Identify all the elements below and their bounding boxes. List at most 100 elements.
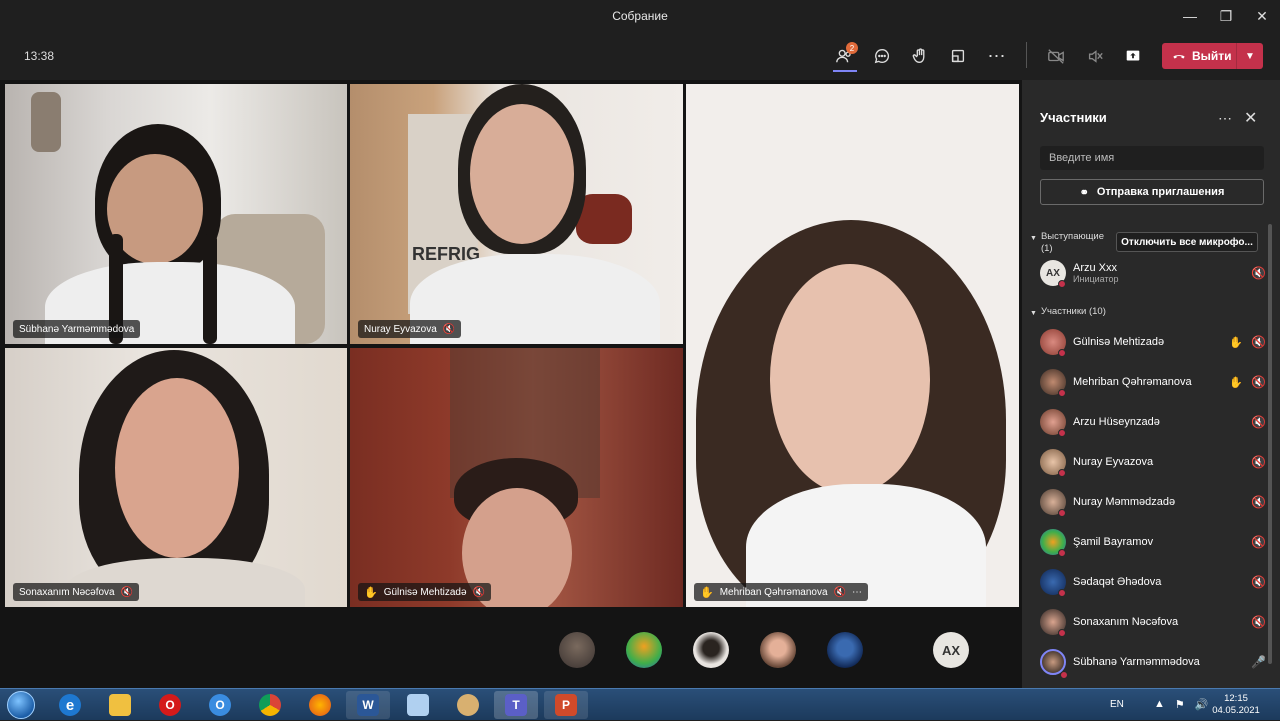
firefox-icon[interactable]	[298, 691, 342, 719]
avatar	[1040, 529, 1066, 557]
window-title: Собрание	[612, 9, 668, 23]
presenters-section-header[interactable]: ▼ Выступающие (1)	[1030, 231, 1104, 255]
mute-all-button[interactable]: Отключить все микрофо...	[1116, 232, 1258, 252]
participant-name: Şamil Bayramov	[1073, 536, 1154, 548]
video-tile[interactable]: Sübhanə Yarməmmədova	[5, 84, 347, 344]
mic-off-icon[interactable]: 🔇	[1251, 495, 1266, 509]
participant-name: Nuray Məmmədzadə	[1073, 496, 1176, 508]
close-icon[interactable]: ✕	[1244, 108, 1257, 128]
mic-off-icon[interactable]: 🔇	[1251, 266, 1266, 280]
avatar	[1040, 609, 1066, 637]
participant-name: Gülnisə Mehtizadə	[383, 586, 467, 598]
powerpoint-icon[interactable]: P	[544, 691, 588, 719]
video-tile[interactable]: REFRIG Nuray Eyvazova 🔇	[350, 84, 683, 344]
participant-avatar[interactable]	[760, 632, 796, 668]
start-button[interactable]	[3, 689, 39, 721]
leave-label: Выйти	[1192, 49, 1232, 63]
panel-scrollbar[interactable]	[1268, 224, 1272, 664]
video-tile[interactable]: ✋ Mehriban Qəhrəmanova 🔇 ⋯	[686, 84, 1019, 607]
mic-on-icon[interactable]: 🎤	[1251, 655, 1266, 669]
participant-name: Sonaxanım Nəcəfova	[1073, 616, 1179, 628]
avatar	[1040, 329, 1066, 357]
participant-row[interactable]: Nuray Eyvazova 🔇	[1040, 445, 1266, 479]
chrome-icon[interactable]	[248, 691, 292, 719]
participant-name: Arzu Hüseynzadə	[1073, 416, 1160, 428]
paint-app-icon[interactable]	[396, 691, 440, 719]
organizer-avatar[interactable]: AX	[933, 632, 969, 668]
participant-row[interactable]: Gülnisə Mehtizadə ✋ 🔇	[1040, 325, 1266, 359]
share-screen-icon[interactable]	[1119, 44, 1147, 68]
camera-off-icon[interactable]	[1042, 44, 1070, 68]
avatar	[1040, 449, 1066, 477]
chevron-down-icon: ▼	[1030, 235, 1037, 242]
volume-icon[interactable]: 🔊	[1195, 698, 1209, 711]
attendees-label: Участники (10)	[1040, 306, 1106, 317]
attendees-section-header[interactable]: ▼ Участники (10)	[1030, 306, 1106, 320]
internet-explorer-icon[interactable]: e	[48, 691, 92, 719]
participant-row[interactable]: Sübhanə Yarməmmədova 🎤	[1040, 645, 1266, 679]
word-icon[interactable]: W	[346, 691, 390, 719]
participant-name-tag: Nuray Eyvazova 🔇	[358, 320, 462, 338]
presenters-label: Выступающие	[1040, 231, 1105, 242]
participants-icon[interactable]: 2	[830, 42, 858, 68]
opera-icon[interactable]: O	[148, 691, 192, 719]
maximize-icon[interactable]: ❐	[1208, 0, 1244, 32]
active-tab-indicator	[833, 70, 857, 72]
mic-off-icon[interactable]: 🔇	[1251, 575, 1266, 589]
raise-hand-icon[interactable]	[906, 44, 934, 68]
share-invite-button[interactable]: ⚭ Отправка приглашения	[1040, 179, 1264, 205]
file-explorer-icon[interactable]	[98, 691, 142, 719]
more-options-icon[interactable]: ⋯	[852, 587, 862, 598]
participant-row[interactable]: Şamil Bayramov 🔇	[1040, 525, 1266, 559]
language-indicator[interactable]: EN	[1110, 699, 1124, 710]
participant-row[interactable]: Sonaxanım Nəcəfova 🔇	[1040, 605, 1266, 639]
mic-off-icon[interactable]: 🔇	[1251, 615, 1266, 629]
mic-off-icon[interactable]: 🔇	[1251, 535, 1266, 549]
participant-name: Sədaqət Əhədova	[1073, 576, 1162, 588]
participant-row[interactable]: Sədaqət Əhədova 🔇	[1040, 565, 1266, 599]
video-tile[interactable]: Sonaxanım Nəcəfova 🔇	[5, 348, 347, 607]
raised-hand-icon: ✋	[1229, 376, 1244, 389]
participant-avatar[interactable]	[693, 632, 729, 668]
avatar	[1040, 649, 1068, 679]
rooms-icon[interactable]	[944, 44, 972, 68]
mic-off-icon[interactable]: 🔇	[1251, 335, 1266, 349]
paint-palette-icon[interactable]	[446, 691, 490, 719]
mic-off-icon[interactable]: 🔇	[1251, 415, 1266, 429]
participant-avatar[interactable]	[559, 632, 595, 668]
chat-icon[interactable]	[868, 44, 896, 68]
raised-hand-icon: ✋	[700, 586, 714, 599]
system-clock[interactable]: 12:15 04.05.2021	[1208, 693, 1264, 717]
avatar	[1040, 369, 1066, 397]
participant-name-tag: Sonaxanım Nəcəfova 🔇	[13, 583, 140, 601]
mic-off-icon[interactable]: 🔇	[1251, 375, 1266, 389]
mic-off-icon[interactable]	[1081, 44, 1109, 68]
participant-name: Sübhanə Yarməmmədova	[1073, 656, 1200, 668]
participant-name: Nuray Eyvazova	[1073, 456, 1154, 468]
close-window-icon[interactable]: ✕	[1244, 0, 1280, 32]
chevron-down-icon[interactable]: ▼	[1236, 43, 1263, 69]
search-input[interactable]	[1040, 146, 1264, 170]
participant-name: Sübhanə Yarməmmədova	[19, 323, 135, 335]
teams-icon[interactable]: T	[494, 691, 538, 719]
participant-avatar[interactable]	[626, 632, 662, 668]
participant-row[interactable]: Nuray Məmmədzadə 🔇	[1040, 485, 1266, 519]
chevron-up-icon[interactable]: ▲	[1154, 698, 1165, 711]
zoom-like-app-icon[interactable]: O	[198, 691, 242, 719]
minimize-icon[interactable]: —	[1172, 0, 1208, 32]
mic-off-icon[interactable]: 🔇	[1251, 455, 1266, 469]
raised-hand-icon: ✋	[364, 586, 378, 599]
more-options-icon[interactable]: ⋯	[1218, 110, 1232, 127]
mic-off-icon: 🔇	[120, 586, 134, 598]
video-tile[interactable]: ✋ Gülnisə Mehtizadə 🔇	[350, 348, 683, 607]
leave-button[interactable]: Выйти ▼	[1162, 43, 1263, 69]
participant-row[interactable]: Arzu Hüseynzadə 🔇	[1040, 405, 1266, 439]
presenters-count: (1)	[1040, 243, 1053, 254]
notification-icon[interactable]: ⚑	[1175, 698, 1185, 711]
participant-row[interactable]: Mehriban Qəhrəmanova ✋ 🔇	[1040, 365, 1266, 399]
avatar	[1040, 489, 1066, 517]
participant-row[interactable]: AX Arzu Xxx Инициатор 🔇	[1040, 256, 1266, 290]
avatar: AX	[1040, 260, 1066, 288]
participant-avatar[interactable]	[827, 632, 863, 668]
more-options-icon[interactable]: ⋯	[983, 44, 1011, 68]
